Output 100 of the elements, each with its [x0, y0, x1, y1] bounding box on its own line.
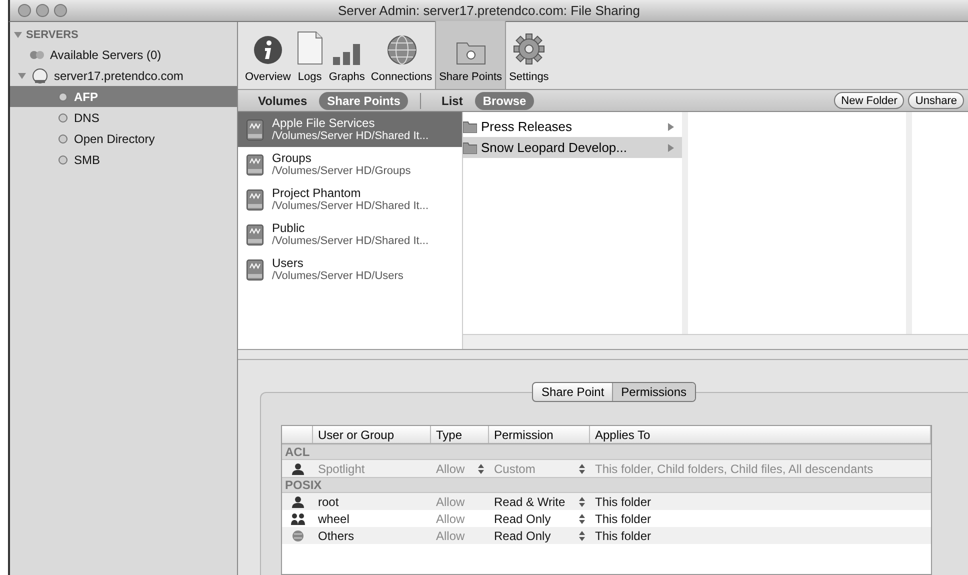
- table-cell-text: Allow: [436, 510, 465, 528]
- table-cell-text: Allow: [436, 494, 465, 510]
- table-cell-text: This folder, Child folders, Child files, All descendants: [594, 460, 874, 478]
- table-cell-text: This folder: [594, 494, 652, 510]
- table-cell-text: Spotlight: [317, 460, 366, 478]
- sidebar-item[interactable]: server17.pretendco.com: [10, 65, 237, 86]
- table-cell-text: This folder: [594, 528, 652, 544]
- group-icon: [290, 512, 304, 524]
- share-point-item[interactable]: Public /Volumes/Server HD/Shared It...: [238, 217, 462, 252]
- toolbar-button[interactable]: Settings: [506, 21, 552, 89]
- sidebar-item-label: SMB: [74, 152, 100, 168]
- segment-tab[interactable]: Permissions: [612, 383, 695, 401]
- folder-name: Snow Leopard Develop...: [481, 138, 628, 157]
- table-cell-text: Read Only: [494, 510, 551, 528]
- window-control[interactable]: [54, 4, 67, 17]
- view-tab[interactable]: Browse: [474, 92, 534, 110]
- table-cell-text: Custom: [494, 460, 536, 478]
- stepper-icon: [579, 530, 585, 540]
- toolbar-button[interactable]: Graphs: [326, 21, 368, 89]
- stepper-icon: [579, 464, 585, 474]
- window-control[interactable]: [36, 4, 49, 17]
- window-title: Server Admin: server17.pretendco.com: File Sharing: [336, 2, 642, 20]
- sidebar-item[interactable]: Open Directory: [10, 128, 237, 149]
- disclosure-icon[interactable]: [14, 31, 22, 39]
- share-point-item[interactable]: Project Phantom /Volumes/Server HD/Shared It...: [238, 182, 462, 217]
- folder-item[interactable]: Press Releases: [463, 116, 682, 137]
- table-cell-text: Allow: [436, 528, 465, 544]
- status-icon: [58, 112, 68, 122]
- share-point-path: /Volumes/Server HD/Users: [272, 270, 404, 282]
- window-control[interactable]: [18, 4, 31, 17]
- person-icon: [292, 496, 304, 508]
- sidebar-item[interactable]: SMB: [10, 149, 237, 170]
- table-cell-text: wheel: [317, 510, 350, 528]
- share-point-name: Users: [272, 256, 304, 270]
- sidebar-item[interactable]: AFP: [10, 86, 237, 107]
- share-point-item[interactable]: Groups /Volumes/Server HD/Groups: [238, 147, 462, 182]
- column-header[interactable]: Permission: [489, 426, 590, 443]
- scope-tab[interactable]: Volumes: [250, 92, 316, 110]
- segment-tab[interactable]: Share Point: [533, 383, 612, 401]
- share-point-path: /Volumes/Server HD/Shared It...: [272, 130, 429, 142]
- sidebar-item-label: AFP: [74, 88, 98, 106]
- gear-icon: [512, 32, 545, 64]
- status-icon: [58, 134, 68, 144]
- column-header[interactable]: User or Group: [313, 426, 431, 443]
- sidebar-item-label: DNS: [74, 110, 100, 126]
- share-point-name: Project Phantom: [272, 186, 362, 200]
- drive-icon: [246, 188, 264, 210]
- table-cell-text: Allow: [436, 460, 465, 478]
- table-cell-text: Read & Write: [494, 494, 566, 510]
- table-cell-text: This folder: [594, 510, 652, 528]
- toolbar-button[interactable]: Connections: [368, 21, 436, 89]
- table-cell-text: Read Only: [494, 528, 551, 544]
- share-point-name: Public: [272, 222, 306, 234]
- table-row[interactable]: Others Allow Read Only This folder: [282, 527, 931, 544]
- toolbar-button[interactable]: Overview: [242, 21, 294, 89]
- drive-icon: [246, 154, 264, 176]
- toolbar-button[interactable]: New Folder: [834, 92, 904, 109]
- toolbar-button[interactable]: Logs: [294, 21, 326, 89]
- folder-icon: [463, 142, 477, 154]
- sidebar-item[interactable]: DNS: [10, 107, 237, 128]
- chevron-icon: [668, 144, 674, 152]
- group-header: ACL: [282, 444, 931, 460]
- toolbar-button[interactable]: Share Points: [435, 21, 506, 89]
- table-row[interactable]: root Allow Read & Write This folder: [282, 493, 931, 510]
- globe-icon: [386, 34, 416, 64]
- column-header[interactable]: Applies To: [590, 426, 931, 443]
- share-point-path: /Volumes/Server HD/Groups: [272, 164, 411, 178]
- folder-item[interactable]: Snow Leopard Develop...: [463, 137, 682, 158]
- table-cell-text: root: [317, 494, 340, 510]
- stepper-icon: [579, 496, 585, 506]
- folder-name: Press Releases: [481, 118, 574, 136]
- share-point-path: /Volumes/Server HD/Shared It...: [272, 234, 429, 248]
- document-icon: [296, 30, 323, 64]
- horizontal-scrollbar[interactable]: [463, 334, 968, 349]
- drive-icon: [246, 118, 264, 140]
- share-point-item[interactable]: Users /Volumes/Server HD/Users: [238, 252, 462, 287]
- share-point-name: Groups: [272, 152, 312, 164]
- group-header: POSIX: [282, 477, 931, 493]
- chevron-icon: [668, 122, 674, 130]
- column-header[interactable]: Type: [431, 426, 489, 443]
- sidebar-header: SERVERS: [26, 28, 78, 43]
- drive-icon: [246, 224, 264, 246]
- stepper-icon: [478, 464, 484, 474]
- disclosure-icon[interactable]: [18, 72, 26, 80]
- status-icon: [58, 92, 68, 102]
- share-point-name: Apple File Services: [272, 116, 376, 130]
- bar-chart-icon: [332, 42, 362, 64]
- toolbar-button[interactable]: Unshare: [908, 92, 964, 109]
- share-point-item[interactable]: Apple File Services /Volumes/Server HD/Shared It...: [238, 112, 462, 147]
- globe-icon: [292, 530, 304, 542]
- table-cell-text: Others: [317, 528, 356, 544]
- sidebar-item-label: server17.pretendco.com: [54, 68, 184, 84]
- sidebar-item[interactable]: Available Servers (0): [10, 44, 237, 65]
- server-icon: [32, 68, 48, 84]
- sidebar-item-label: Open Directory: [74, 130, 155, 148]
- view-tab[interactable]: List: [433, 92, 471, 110]
- folder-icon: [463, 120, 477, 132]
- stepper-icon: [579, 514, 585, 524]
- drive-icon: [246, 258, 264, 280]
- scope-tab[interactable]: Share Points: [319, 92, 408, 110]
